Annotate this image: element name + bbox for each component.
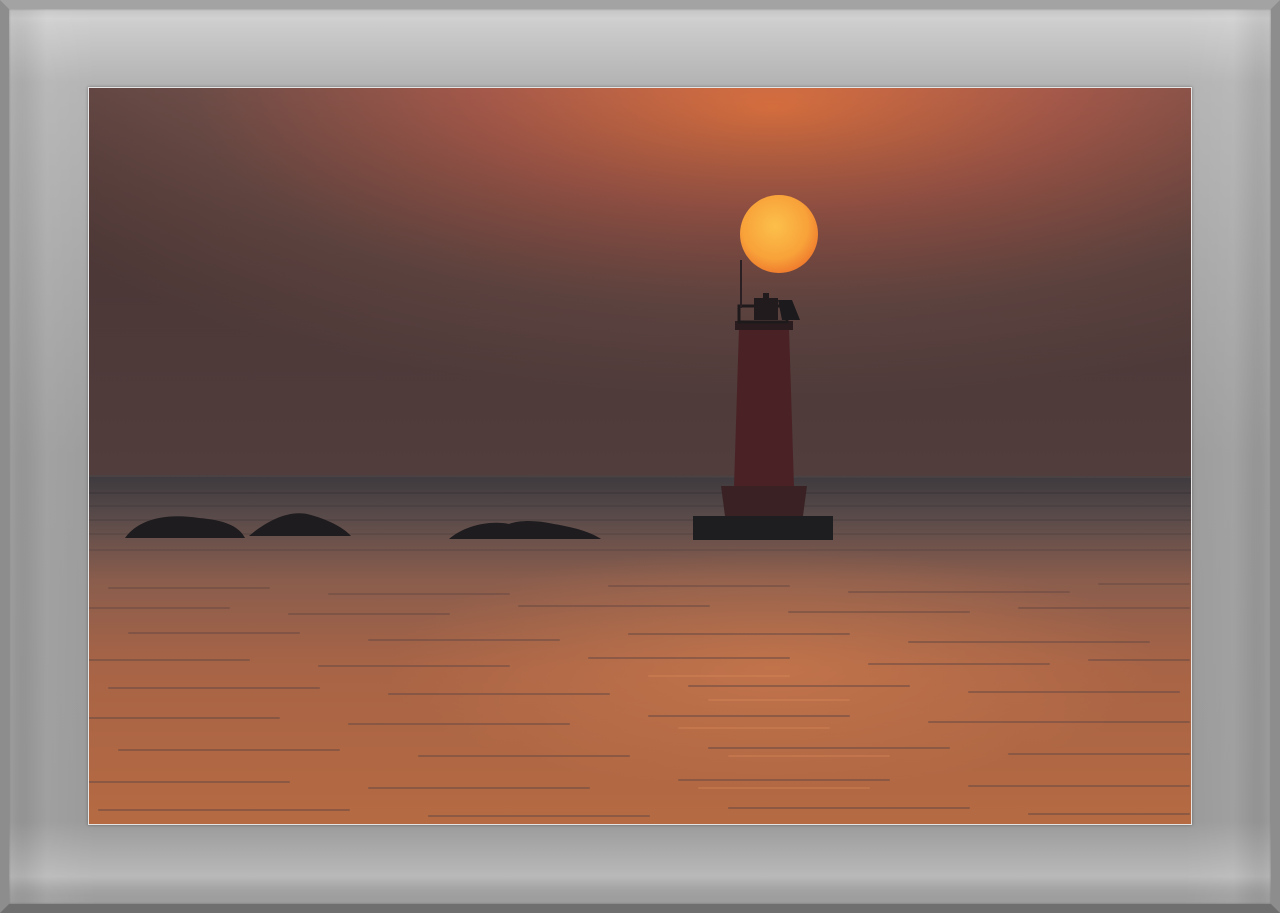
lighthouse-lantern bbox=[754, 298, 778, 320]
sun bbox=[740, 195, 818, 273]
sky-haze bbox=[89, 88, 1191, 478]
lighthouse-plinth bbox=[721, 486, 807, 516]
sun-reflection bbox=[89, 476, 1191, 824]
photo-canvas bbox=[89, 88, 1191, 824]
lighthouse-base bbox=[693, 516, 833, 540]
horizon-line bbox=[89, 475, 1191, 478]
sunset-photo bbox=[88, 87, 1192, 825]
lighthouse-tower bbox=[734, 328, 794, 486]
